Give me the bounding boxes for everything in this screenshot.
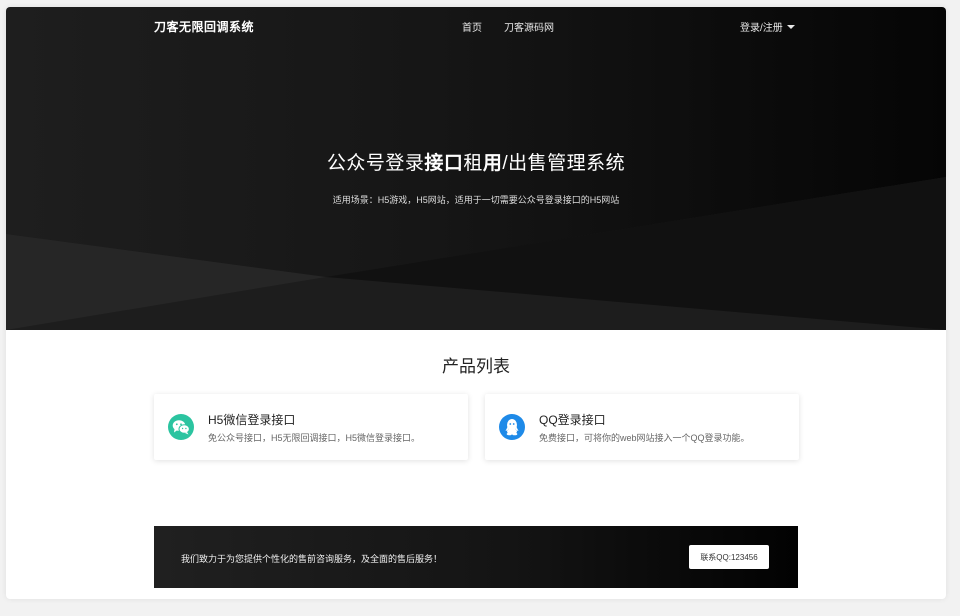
- nav-link-source-site[interactable]: 刀客源码网: [504, 19, 554, 34]
- top-nav: 首页 刀客源码网: [462, 19, 554, 34]
- hero-title: 公众号登录接口租用/出售管理系统: [326, 153, 626, 174]
- product-card-title: QQ登录接口: [539, 413, 606, 427]
- hero-subtitle: 适用场景：H5游戏，H5网站，适用于一切需要公众号登录接口的H5网站: [332, 195, 620, 205]
- login-register-dropdown[interactable]: 登录/注册: [740, 19, 795, 34]
- qq-icon: [499, 414, 525, 440]
- wechat-icon: [168, 414, 194, 440]
- nav-link-home[interactable]: 首页: [462, 19, 482, 34]
- product-card-wechat[interactable]: H5微信登录接口 免公众号接口，H5无限回调接口，H5微信登录接口。: [154, 394, 468, 460]
- product-card-qq[interactable]: QQ登录接口 免费接口，可将你的web网站接入一个QQ登录功能。: [485, 394, 799, 460]
- product-card-desc: 免公众号接口，H5无限回调接口，H5微信登录接口。: [208, 433, 421, 443]
- product-card-title: H5微信登录接口: [208, 413, 296, 427]
- product-card-desc: 免费接口，可将你的web网站接入一个QQ登录功能。: [539, 433, 750, 443]
- login-register-label: 登录/注册: [740, 23, 783, 34]
- product-list-title: 产品列表: [442, 357, 510, 376]
- contact-banner: 我们致力于为您提供个性化的售前咨询服务，及全面的售后服务！ 联系QQ:12345…: [154, 526, 798, 588]
- caret-down-icon: [786, 24, 795, 29]
- contact-qq-button[interactable]: 联系QQ:123456: [689, 545, 769, 569]
- page-window: 刀客无限回调系统 首页 刀客源码网 登录/注册 公众号登录接口租用/出售管理系统…: [6, 7, 946, 599]
- brand-logo-text[interactable]: 刀客无限回调系统: [154, 18, 254, 35]
- banner-text: 我们致力于为您提供个性化的售前咨询服务，及全面的售后服务！: [181, 554, 443, 564]
- hero-section: 刀客无限回调系统 首页 刀客源码网 登录/注册 公众号登录接口租用/出售管理系统…: [6, 7, 946, 330]
